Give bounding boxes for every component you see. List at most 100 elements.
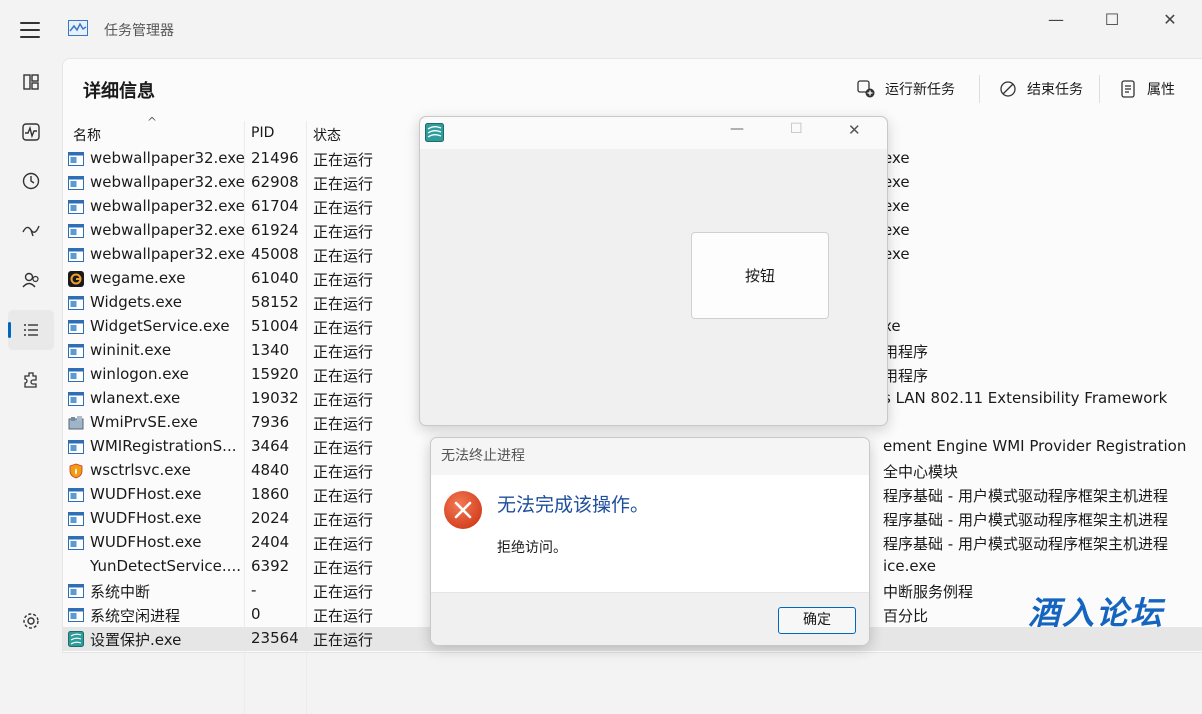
process-pid: 0 — [251, 605, 261, 623]
process-name: webwallpaper32.exe — [90, 221, 245, 239]
process-status: 正在运行 — [313, 487, 374, 505]
process-status: 正在运行 — [313, 511, 374, 529]
process-status: 正在运行 — [313, 559, 374, 577]
process-status: 正在运行 — [313, 271, 374, 289]
users-icon — [22, 272, 39, 288]
process-status: 正在运行 — [313, 415, 374, 433]
minimize-button[interactable]: — — [1036, 8, 1076, 32]
process-name: webwallpaper32.exe — [90, 245, 245, 263]
process-pid: 1860 — [251, 485, 290, 503]
window-icon — [68, 344, 84, 358]
process-name: 设置保护.exe — [90, 631, 182, 649]
column-header-status[interactable]: 状态 — [313, 125, 341, 145]
nav-users[interactable] — [8, 260, 54, 300]
process-pid: 2024 — [251, 509, 290, 527]
nav-settings[interactable] — [8, 601, 54, 641]
ok-button[interactable]: 确定 — [778, 607, 856, 634]
window-icon — [68, 440, 84, 454]
process-pid: 4840 — [251, 461, 290, 479]
end-task-icon — [1000, 81, 1016, 97]
process-pid: 2404 — [251, 533, 290, 551]
window-icon — [68, 152, 84, 166]
process-pid: 3464 — [251, 437, 290, 455]
window-icon — [68, 584, 84, 598]
process-status: 正在运行 — [313, 583, 374, 601]
process-description: ement Engine WMI Provider Registration — [883, 437, 1187, 455]
process-status: 正在运行 — [313, 631, 374, 649]
column-header-name[interactable]: 名称 — [73, 125, 101, 145]
process-pid: 15920 — [251, 365, 299, 383]
process-name: winlogon.exe — [90, 365, 189, 383]
wmi-icon — [68, 416, 84, 430]
process-status: 正在运行 — [313, 199, 374, 217]
nav-startup-apps[interactable] — [8, 210, 54, 250]
column-header-pid[interactable]: PID — [251, 125, 274, 141]
hamburger-menu-icon[interactable] — [20, 22, 40, 38]
window-icon — [68, 536, 84, 550]
process-description: 全中心模块 — [883, 463, 959, 481]
process-pid: 21496 — [251, 149, 299, 167]
run-new-task-button[interactable]: 运行新任务 — [857, 77, 955, 101]
error-detail-message: 拒绝访问。 — [497, 540, 567, 556]
process-name: WidgetService.exe — [90, 317, 230, 335]
app-maximize-button[interactable]: ☐ — [790, 121, 803, 137]
process-name: WUDFHost.exe — [90, 533, 202, 551]
end-task-label: 结束任务 — [1027, 82, 1083, 98]
process-pid: 45008 — [251, 245, 299, 263]
sidebar-nav — [0, 60, 62, 651]
process-name: YunDetectService.... — [90, 557, 241, 575]
app-action-button[interactable]: 按钮 — [691, 232, 829, 319]
process-name: wlanext.exe — [90, 389, 181, 407]
process-status: 正在运行 — [313, 535, 374, 553]
process-status: 正在运行 — [313, 175, 374, 193]
process-status: 正在运行 — [313, 463, 374, 481]
process-name: WMIRegistrationS... — [90, 437, 237, 455]
process-name: 系统中断 — [90, 583, 151, 601]
process-description: 程序基础 - 用户模式驱动程序框架主机进程 — [883, 487, 1168, 505]
app-close-button[interactable]: ✕ — [848, 121, 861, 139]
app-window: — ☐ ✕ 按钮 — [419, 116, 888, 426]
app-minimize-button[interactable]: — — [730, 121, 744, 137]
nav-performance[interactable] — [8, 112, 54, 152]
process-description: s LAN 802.11 Extensibility Framework — [883, 389, 1168, 407]
run-new-task-icon — [857, 80, 875, 98]
shield-fire-icon — [69, 463, 83, 479]
close-button[interactable]: ✕ — [1150, 8, 1190, 32]
process-status: 正在运行 — [313, 151, 374, 169]
maximize-button[interactable]: ☐ — [1092, 8, 1132, 32]
end-task-button[interactable]: 结束任务 — [999, 77, 1083, 101]
toolbar-divider — [1099, 75, 1100, 103]
process-description: ice.exe — [883, 557, 937, 575]
process-pid: 23564 — [251, 629, 299, 647]
error-icon — [444, 491, 482, 529]
process-name: webwallpaper32.exe — [90, 197, 245, 215]
window-icon — [68, 296, 84, 310]
process-name: webwallpaper32.exe — [90, 173, 245, 191]
nav-app-history[interactable] — [8, 161, 54, 201]
process-pid: 7936 — [251, 413, 290, 431]
details-icon — [24, 324, 38, 336]
toolbar-divider — [979, 75, 980, 103]
properties-button[interactable]: 属性 — [1119, 77, 1175, 101]
window-icon — [68, 512, 84, 526]
blank-icon — [68, 559, 84, 575]
window-icon — [68, 200, 84, 214]
process-description: 程序基础 - 用户模式驱动程序框架主机进程 — [883, 535, 1168, 553]
properties-icon — [1121, 80, 1135, 98]
process-pid: 1340 — [251, 341, 290, 359]
process-description: 用程序 — [883, 343, 929, 361]
run-new-task-label: 运行新任务 — [885, 82, 955, 98]
window-icon — [68, 248, 84, 262]
process-description: 百分比 — [883, 607, 929, 625]
page-title: 详细信息 — [83, 81, 155, 102]
process-pid: 6392 — [251, 557, 290, 575]
nav-details[interactable] — [8, 310, 54, 350]
process-pid: 61040 — [251, 269, 299, 287]
process-pid: 58152 — [251, 293, 299, 311]
process-status: 正在运行 — [313, 607, 374, 625]
nav-services[interactable] — [8, 360, 54, 400]
process-description: 中断服务例程 — [883, 583, 974, 601]
nav-processes[interactable] — [8, 62, 54, 102]
window-icon — [68, 488, 84, 502]
process-pid: - — [251, 581, 257, 599]
